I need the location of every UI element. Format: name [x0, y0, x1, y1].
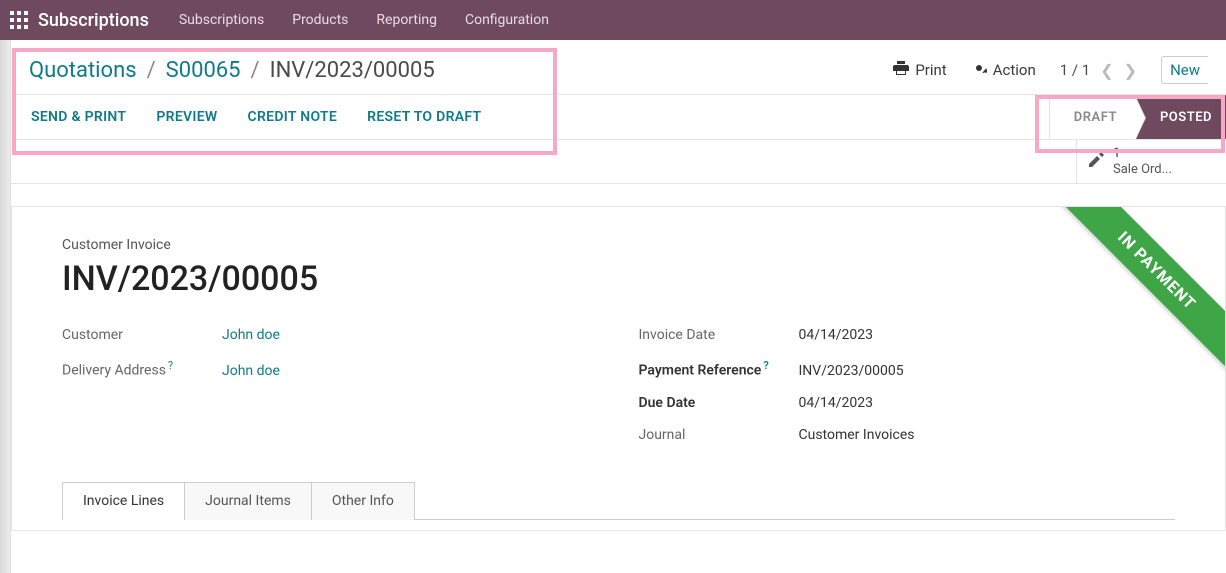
pager-text: 1 / 1 [1060, 61, 1091, 79]
breadcrumb-current: INV/2023/00005 [270, 58, 435, 83]
print-button[interactable]: Print [893, 61, 946, 79]
right-controls: Print Action 1 / 1 ❮ ❯ New [893, 56, 1208, 84]
form-title: INV/2023/00005 [62, 259, 1175, 299]
delivery-label: Delivery Address? [62, 359, 222, 379]
due-date-label: Due Date [639, 395, 799, 411]
breadcrumb-row: Quotations / S00065 / INV/2023/00005 Pri… [11, 40, 1226, 94]
form-grid: Customer John doe Delivery Address? John… [62, 319, 1175, 451]
gear-icon [971, 60, 987, 80]
stat-row: 1 Sale Ord... [11, 140, 1226, 184]
print-icon [893, 61, 909, 79]
breadcrumb-sep: / [251, 58, 260, 83]
pager-prev-icon[interactable]: ❮ [1100, 61, 1113, 80]
sale-order-stat[interactable]: 1 Sale Ord... [1076, 140, 1226, 183]
due-date-value: 04/14/2023 [799, 395, 874, 411]
actionbar: SEND & PRINT PREVIEW CREDIT NOTE RESET T… [11, 94, 1226, 140]
journal-value: Customer Invoices [799, 427, 915, 443]
payment-ref-value: INV/2023/00005 [799, 363, 904, 379]
menu-reporting[interactable]: Reporting [376, 12, 437, 28]
breadcrumb: Quotations / S00065 / INV/2023/00005 [29, 58, 435, 83]
form-col-right: Invoice Date 04/14/2023 Payment Referenc… [639, 319, 1176, 451]
form-subtitle: Customer Invoice [62, 237, 1175, 253]
payment-ref-label-text: Payment Reference [639, 363, 762, 379]
tabs: Invoice Lines Journal Items Other Info [62, 481, 1175, 520]
stat-label: Sale Ord... [1113, 162, 1172, 177]
breadcrumb-root[interactable]: Quotations [29, 58, 137, 83]
customer-label: Customer [62, 327, 222, 343]
journal-label: Journal [639, 427, 799, 443]
action-button[interactable]: Action [971, 60, 1036, 80]
status-draft[interactable]: DRAFT [1049, 95, 1135, 139]
breadcrumb-mid[interactable]: S00065 [166, 58, 241, 83]
breadcrumb-sep: / [147, 58, 156, 83]
menu-configuration[interactable]: Configuration [465, 12, 549, 28]
form-col-left: Customer John doe Delivery Address? John… [62, 319, 599, 451]
payment-ref-label: Payment Reference? [639, 359, 799, 379]
send-print-button[interactable]: SEND & PRINT [31, 109, 126, 125]
help-icon[interactable]: ? [763, 359, 768, 372]
preview-button[interactable]: PREVIEW [156, 109, 217, 125]
credit-note-button[interactable]: CREDIT NOTE [248, 109, 338, 125]
stat-count: 1 [1113, 146, 1120, 161]
app-title[interactable]: Subscriptions [38, 10, 149, 31]
apps-grid-icon[interactable] [10, 11, 28, 29]
form-area: IN PAYMENT Customer Invoice INV/2023/000… [11, 206, 1226, 531]
menu-subscriptions[interactable]: Subscriptions [179, 12, 264, 28]
invoice-date-value: 04/14/2023 [799, 327, 874, 343]
tab-journal-items[interactable]: Journal Items [184, 482, 312, 520]
status-posted[interactable]: POSTED [1135, 95, 1226, 139]
new-button[interactable]: New [1161, 56, 1208, 84]
invoice-date-label: Invoice Date [639, 327, 799, 343]
print-label: Print [915, 61, 946, 79]
left-actions: SEND & PRINT PREVIEW CREDIT NOTE RESET T… [11, 109, 481, 125]
help-icon[interactable]: ? [168, 359, 173, 372]
customer-value[interactable]: John doe [222, 327, 280, 343]
delivery-label-text: Delivery Address [62, 363, 166, 379]
left-gutter [0, 40, 10, 573]
delivery-value[interactable]: John doe [222, 363, 280, 379]
content: Quotations / S00065 / INV/2023/00005 Pri… [10, 40, 1226, 573]
edit-icon [1087, 151, 1105, 173]
action-label: Action [993, 61, 1036, 79]
tab-other-info[interactable]: Other Info [311, 482, 415, 520]
topbar: Subscriptions Subscriptions Products Rep… [0, 0, 1226, 40]
pager-next-icon[interactable]: ❯ [1124, 61, 1137, 80]
tab-invoice-lines[interactable]: Invoice Lines [62, 482, 185, 520]
menu-products[interactable]: Products [292, 12, 348, 28]
status-bar: DRAFT POSTED [1049, 95, 1226, 139]
pager: 1 / 1 ❮ ❯ [1060, 61, 1137, 80]
reset-draft-button[interactable]: RESET TO DRAFT [367, 109, 481, 125]
